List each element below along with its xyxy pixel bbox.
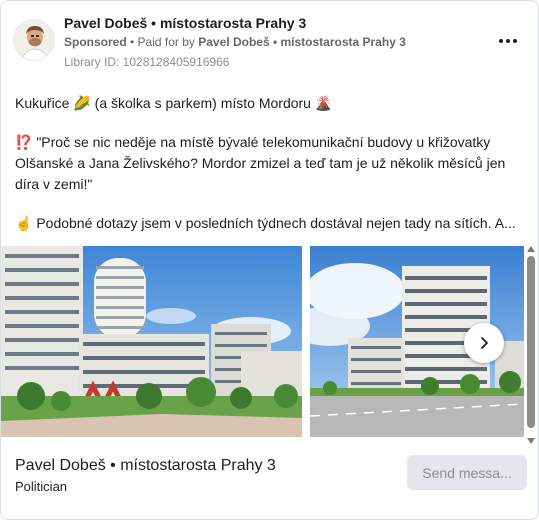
post-body: Kukuřice 🌽 (a školka s parkem) místo Mor… xyxy=(15,93,520,234)
payer-name[interactable]: Pavel Dobeš • místostarosta Prahy 3 xyxy=(198,35,406,49)
more-dot xyxy=(506,39,510,43)
more-dot xyxy=(513,39,517,43)
scrollbar[interactable] xyxy=(525,246,537,444)
library-id: Library ID: 1028128405916966 xyxy=(64,55,230,69)
send-message-button[interactable]: Send messa... xyxy=(407,455,527,490)
scroll-down-arrow-icon[interactable] xyxy=(527,438,535,444)
scrollbar-thumb[interactable] xyxy=(527,256,535,428)
post-line-3[interactable]: ☝️ Podobné dotazy jsem v posledních týdn… xyxy=(15,213,520,234)
sponsored-label: Sponsored xyxy=(64,35,127,49)
ad-card: Pavel Dobeš • místostarosta Prahy 3 Spon… xyxy=(0,0,539,520)
carousel-image-1[interactable] xyxy=(1,246,302,437)
footer-category: Politician xyxy=(15,479,68,494)
image-carousel[interactable] xyxy=(1,246,524,437)
more-options-button[interactable] xyxy=(496,31,520,51)
post-line-1: Kukuřice 🌽 (a školka s parkem) místo Mor… xyxy=(15,95,333,111)
avatar[interactable] xyxy=(13,19,55,61)
page-name[interactable]: Pavel Dobeš • místostarosta Prahy 3 xyxy=(64,15,306,31)
sponsored-line: Sponsored • Paid for by Pavel Dobeš • mí… xyxy=(64,35,406,49)
more-horizontal-icon xyxy=(499,39,503,43)
scroll-up-arrow-icon[interactable] xyxy=(527,246,535,252)
paid-for-prefix: • Paid for by xyxy=(126,35,199,49)
chevron-right-icon xyxy=(481,337,488,349)
post-line-2: ⁉️ "Proč se nic neděje na místě bývalé t… xyxy=(15,134,506,192)
footer-page-name[interactable]: Pavel Dobeš • místostarosta Prahy 3 xyxy=(15,457,276,475)
carousel-next-button[interactable] xyxy=(464,323,504,363)
